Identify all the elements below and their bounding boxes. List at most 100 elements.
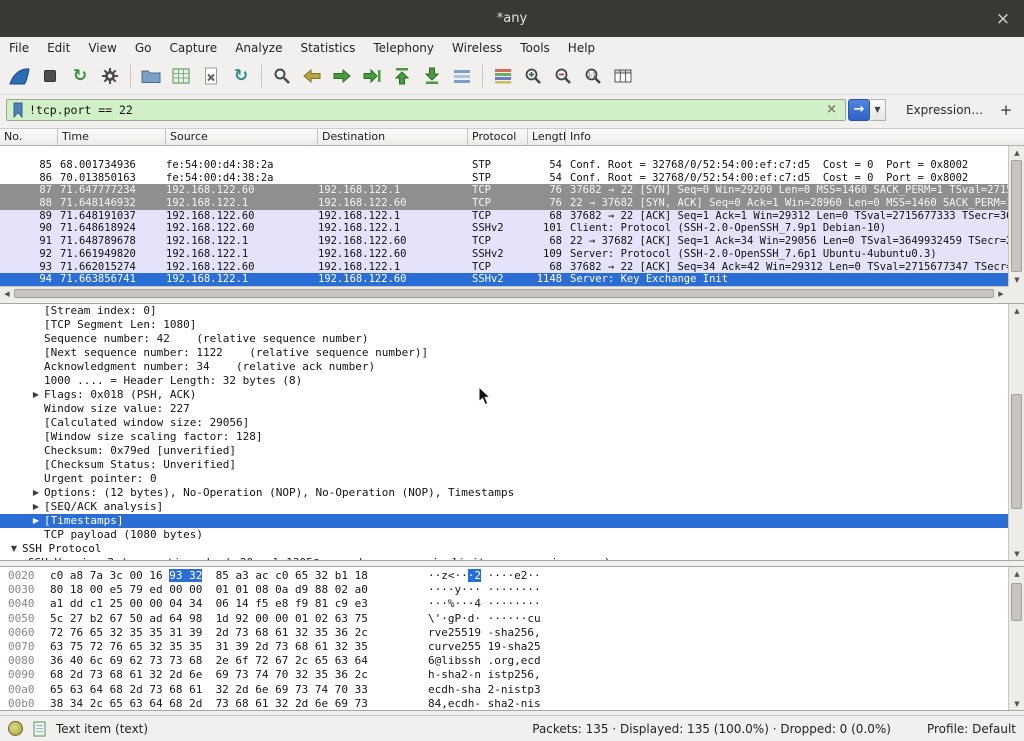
zoom-out-button[interactable] [548,62,578,91]
detail-line[interactable]: Checksum: 0x79ed [unverified] [0,444,1024,458]
detail-line[interactable]: [TCP Segment Len: 1080] [0,318,1024,332]
column-header-source[interactable]: Source [166,129,318,145]
open-file-button[interactable] [136,62,166,91]
packet-row-94-selected[interactable]: 9471.663856741192.168.122.1192.168.122.6… [0,273,1008,286]
display-filter-field[interactable]: × [6,99,846,121]
scroll-left-icon[interactable]: ◀ [0,287,14,300]
go-back-button[interactable] [297,62,327,91]
hex-row[interactable]: 00a065 63 64 68 2d 73 68 61 32 2d 6e 69 … [0,683,1024,697]
detail-line[interactable]: [Window size scaling factor: 128] [0,430,1024,444]
close-window-button[interactable]: × [992,8,1014,30]
add-filter-button[interactable]: + [994,99,1018,121]
detail-line-timestamps-selected[interactable]: ▶[Timestamps] [0,514,1024,528]
packet-row-86[interactable]: 8670.013850163fe:54:00:d4:38:2aSTP54Conf… [0,172,1008,185]
expander-icon[interactable]: ▶ [28,500,44,514]
hex-vscrollbar[interactable]: ▲ ▼ [1008,567,1024,710]
hex-row[interactable]: 00b038 34 2c 65 63 64 68 2d 73 68 61 32 … [0,697,1024,711]
scrollbar-thumb[interactable] [1011,160,1022,272]
menu-tools[interactable]: Tools [511,39,559,57]
filter-history-dropdown[interactable]: ▼ [870,99,886,121]
packet-list-vscrollbar[interactable]: ▲ ▼ [1008,146,1024,286]
detail-line[interactable]: [Next sequence number: 1122 (relative se… [0,346,1024,360]
detail-line[interactable]: [Checksum Status: Unverified] [0,458,1024,472]
menu-telephony[interactable]: Telephony [364,39,443,57]
hex-row[interactable]: 00505c 27 b2 67 50 ad 64 98 1d 92 00 00 … [0,612,1024,626]
hex-row[interactable]: 009068 2d 73 68 61 32 2d 6e 69 73 74 70 … [0,668,1024,682]
column-header-info[interactable]: Info [566,129,1024,145]
expander-icon[interactable]: ▼ [6,542,22,556]
detail-line-seq-ack[interactable]: ▶[SEQ/ACK analysis] [0,500,1024,514]
hex-row[interactable]: 008036 40 6c 69 62 73 73 68 2e 6f 72 67 … [0,654,1024,668]
capture-file-properties-icon[interactable] [33,721,46,737]
close-file-button[interactable] [196,62,226,91]
detail-line[interactable]: Acknowledgment number: 34 (relative ack … [0,360,1024,374]
go-forward-button[interactable] [327,62,357,91]
scroll-down-icon[interactable]: ▼ [1010,697,1024,710]
column-header-protocol[interactable]: Protocol [468,129,528,145]
packet-list-hscrollbar[interactable]: ◀ ▶ [0,286,1008,300]
menu-help[interactable]: Help [559,39,604,57]
packet-row-91[interactable]: 9171.648789678192.168.122.1192.168.122.6… [0,235,1008,248]
detail-line[interactable]: [Calculated window size: 29056] [0,416,1024,430]
packet-row-85[interactable]: 8568.001734936fe:54:00:d4:38:2aSTP54Conf… [0,159,1008,172]
go-to-packet-button[interactable] [357,62,387,91]
menu-wireless[interactable]: Wireless [443,39,511,57]
hex-row[interactable]: 003080 18 00 e5 79 ed 00 00 01 01 08 0a … [0,583,1024,597]
detail-line[interactable]: Sequence number: 42 (relative sequence n… [0,332,1024,346]
status-profile[interactable]: Profile: Default [927,722,1016,736]
scrollbar-thumb[interactable] [1011,394,1022,509]
expander-icon[interactable]: ▶ [28,486,44,500]
go-first-button[interactable] [387,62,417,91]
details-vscrollbar[interactable]: ▲ ▼ [1008,304,1024,560]
zoom-normal-button[interactable]: 1:1 [578,62,608,91]
detail-line[interactable]: Window size value: 227 [0,402,1024,416]
scroll-up-icon[interactable]: ▲ [1010,567,1024,580]
apply-filter-button[interactable]: → [848,99,870,121]
detail-line[interactable]: Urgent pointer: 0 [0,472,1024,486]
detail-line-flags[interactable]: ▶Flags: 0x018 (PSH, ACK) [0,388,1024,402]
scrollbar-thumb[interactable] [14,289,994,298]
auto-scroll-button[interactable] [447,62,477,91]
resize-columns-button[interactable] [608,62,638,91]
reload-file-button[interactable]: ↻ [226,62,256,91]
packet-row-90[interactable]: 9071.648618924192.168.122.60192.168.122.… [0,222,1008,235]
expert-info-icon[interactable] [8,721,23,736]
column-header-no[interactable]: No. [0,129,58,145]
hex-row[interactable]: 0040a1 dd c1 25 00 00 04 34 06 14 f5 e8 … [0,597,1024,611]
packet-row-87[interactable]: 8771.647777234192.168.122.60192.168.122.… [0,184,1008,197]
menu-statistics[interactable]: Statistics [291,39,364,57]
scroll-up-icon[interactable]: ▲ [1010,146,1024,159]
stop-capture-button[interactable] [35,62,65,91]
scroll-up-icon[interactable]: ▲ [1010,304,1024,317]
scroll-down-icon[interactable]: ▼ [1010,547,1024,560]
expander-icon[interactable]: ▶ [28,388,44,402]
detail-line-ssh-version[interactable]: SSH Version 2 (encryption:chacha20-poly1… [0,556,1024,561]
detail-line-tcp-payload[interactable]: TCP payload (1080 bytes) [0,528,1024,542]
packet-row-88[interactable]: 8871.648146932192.168.122.1192.168.122.6… [0,197,1008,210]
packet-row-93[interactable]: 9371.662015274192.168.122.60192.168.122.… [0,261,1008,274]
detail-line-options[interactable]: ▶Options: (12 bytes), No-Operation (NOP)… [0,486,1024,500]
scroll-right-icon[interactable]: ▶ [994,287,1008,300]
filter-bookmark-icon[interactable] [12,102,24,118]
packet-row-92[interactable]: 9271.661949820192.168.122.1192.168.122.6… [0,248,1008,261]
save-file-button[interactable] [166,62,196,91]
title-bar[interactable]: *any × [0,0,1024,37]
menu-view[interactable]: View [79,39,125,57]
detail-line-ssh-protocol[interactable]: ▼SSH Protocol [0,542,1024,556]
menu-analyze[interactable]: Analyze [226,39,291,57]
start-capture-button[interactable] [5,62,35,91]
column-header-time[interactable]: Time [58,129,166,145]
display-filter-input[interactable] [29,103,823,117]
expander-icon[interactable]: ▶ [28,514,44,528]
find-packet-button[interactable] [267,62,297,91]
zoom-in-button[interactable] [518,62,548,91]
menu-capture[interactable]: Capture [160,39,226,57]
menu-file[interactable]: File [0,39,38,57]
hex-row[interactable]: 006072 76 65 32 35 35 31 39 2d 73 68 61 … [0,626,1024,640]
restart-capture-button[interactable]: ↻ [65,62,95,91]
packet-row-89[interactable]: 8971.648191037192.168.122.60192.168.122.… [0,210,1008,223]
hex-row[interactable]: 0020c0 a8 7a 3c 00 16 93 32 85 a3 ac c0 … [0,569,1024,583]
go-last-button[interactable] [417,62,447,91]
detail-line[interactable]: [Stream index: 0] [0,304,1024,318]
colorize-button[interactable] [488,62,518,91]
